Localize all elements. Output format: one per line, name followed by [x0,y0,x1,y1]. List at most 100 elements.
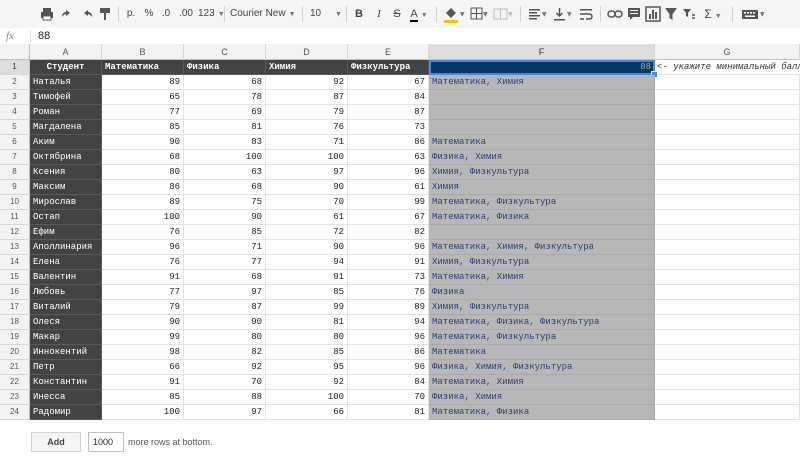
empty-cell[interactable] [655,315,800,330]
add-rows-button[interactable]: Add [31,432,81,452]
score-cell[interactable]: 92 [266,75,348,90]
score-cell[interactable]: 72 [266,225,348,240]
row-header-8[interactable]: 8 [0,165,30,180]
decrease-decimal-button[interactable]: .0 [158,4,174,24]
score-cell[interactable]: 70 [348,390,429,405]
result-cell[interactable]: Химия, Физкультура [429,300,655,315]
score-cell[interactable]: 97 [184,405,266,420]
result-cell[interactable] [429,105,655,120]
score-cell[interactable]: 94 [348,315,429,330]
student-name-cell[interactable]: Иннокентий [30,345,102,360]
student-name-cell[interactable]: Наталья [30,75,102,90]
student-name-cell[interactable]: Макар [30,330,102,345]
formula-input[interactable]: 88 [38,28,50,44]
hint-cell[interactable]: <- укажите минимальный балл [655,60,800,75]
empty-cell[interactable] [655,135,800,150]
score-cell[interactable]: 79 [266,105,348,120]
score-cell[interactable]: 85 [102,120,184,135]
student-name-cell[interactable]: Валентин [30,270,102,285]
result-cell[interactable]: Физика, Химия, Физкультура [429,360,655,375]
score-cell[interactable]: 91 [266,270,348,285]
row-header-5[interactable]: 5 [0,120,30,135]
empty-cell[interactable] [655,300,800,315]
empty-cell[interactable] [655,405,800,420]
empty-cell[interactable] [655,225,800,240]
empty-cell[interactable] [655,345,800,360]
empty-cell[interactable] [655,240,800,255]
bold-button[interactable]: B [353,4,365,24]
row-header-7[interactable]: 7 [0,150,30,165]
student-name-cell[interactable]: Елена [30,255,102,270]
student-name-cell[interactable]: Любовь [30,285,102,300]
score-cell[interactable]: 61 [348,180,429,195]
paint-format-icon[interactable] [98,4,112,24]
result-cell[interactable] [429,120,655,135]
score-cell[interactable]: 83 [184,135,266,150]
row-header-9[interactable]: 9 [0,180,30,195]
score-cell[interactable]: 61 [266,210,348,225]
score-cell[interactable]: 66 [266,405,348,420]
score-cell[interactable]: 75 [184,195,266,210]
result-cell[interactable]: Математика [429,135,655,150]
score-cell[interactable]: 81 [184,120,266,135]
strikethrough-button[interactable]: S [391,4,403,24]
score-cell[interactable]: 68 [184,180,266,195]
empty-cell[interactable] [655,285,800,300]
row-header-19[interactable]: 19 [0,330,30,345]
column-header-c[interactable]: C [184,44,266,60]
increase-decimal-button[interactable]: .00 [176,4,196,24]
score-cell[interactable]: 98 [102,345,184,360]
score-cell[interactable]: 65 [102,90,184,105]
score-cell[interactable]: 99 [266,300,348,315]
score-cell[interactable]: 71 [266,135,348,150]
result-cell[interactable]: Химия, Физкультура [429,165,655,180]
score-cell[interactable]: 81 [348,405,429,420]
score-cell[interactable]: 86 [348,345,429,360]
student-name-cell[interactable]: Инесса [30,390,102,405]
empty-cell[interactable] [655,120,800,135]
column-header-g[interactable]: G [655,44,800,60]
student-name-cell[interactable]: Аким [30,135,102,150]
score-cell[interactable]: 87 [348,105,429,120]
row-header-22[interactable]: 22 [0,375,30,390]
score-cell[interactable]: 85 [266,285,348,300]
student-name-cell[interactable]: Аполлинария [30,240,102,255]
row-header-4[interactable]: 4 [0,105,30,120]
score-cell[interactable]: 87 [266,90,348,105]
header-cell-a[interactable]: Студент [30,60,102,75]
row-header-12[interactable]: 12 [0,225,30,240]
row-header-18[interactable]: 18 [0,315,30,330]
score-cell[interactable]: 96 [348,330,429,345]
score-cell[interactable]: 77 [102,105,184,120]
empty-cell[interactable] [655,270,800,285]
score-cell[interactable]: 84 [348,375,429,390]
merge-cells-button[interactable]: ▼ [492,4,514,24]
score-cell[interactable]: 85 [102,390,184,405]
row-header-23[interactable]: 23 [0,390,30,405]
score-cell[interactable]: 66 [102,360,184,375]
vertical-align-button[interactable]: ▼ [552,4,574,24]
score-cell[interactable]: 97 [184,285,266,300]
result-cell[interactable]: Математика, Физика, Физкультура [429,315,655,330]
score-cell[interactable]: 69 [184,105,266,120]
column-header-b[interactable]: B [102,44,184,60]
input-tools-button[interactable]: ▼ [740,4,768,24]
redo-icon[interactable] [80,4,94,24]
result-cell[interactable]: Физика, Химия [429,390,655,405]
font-family-select[interactable]: Courier New ▼ [230,4,296,24]
student-name-cell[interactable]: Ксения [30,165,102,180]
result-cell[interactable]: Химия [429,180,655,195]
score-cell[interactable]: 76 [102,255,184,270]
score-cell[interactable]: 77 [184,255,266,270]
result-cell[interactable]: Физика [429,285,655,300]
score-cell[interactable]: 86 [348,135,429,150]
row-header-11[interactable]: 11 [0,210,30,225]
empty-cell[interactable] [655,195,800,210]
student-name-cell[interactable]: Константин [30,375,102,390]
empty-cell[interactable] [655,360,800,375]
score-cell[interactable]: 68 [184,75,266,90]
row-header-2[interactable]: 2 [0,75,30,90]
threshold-cell[interactable]: 88 [429,60,655,75]
score-cell[interactable]: 90 [184,315,266,330]
empty-cell[interactable] [655,180,800,195]
